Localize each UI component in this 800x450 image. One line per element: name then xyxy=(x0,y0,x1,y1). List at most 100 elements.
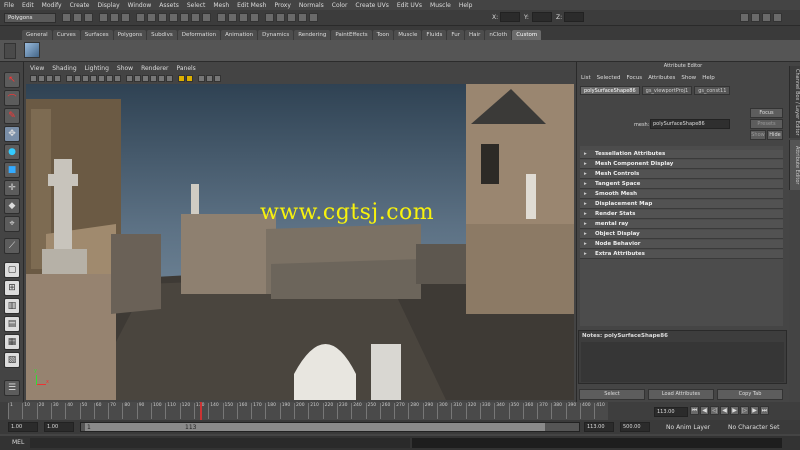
shelf-tab-painteffects[interactable]: PaintEffects xyxy=(331,30,372,40)
default-light-icon[interactable] xyxy=(186,74,193,82)
shelf-tab-muscle[interactable]: Muscle xyxy=(394,30,422,40)
last-tool-icon[interactable]: ⟋ xyxy=(4,238,20,254)
viewport-menu-panels[interactable]: Panels xyxy=(176,65,195,72)
menu-item-color[interactable]: Color xyxy=(332,2,348,9)
field-chart-icon[interactable] xyxy=(98,74,105,82)
notes-textarea[interactable] xyxy=(581,342,784,382)
wireframe-icon[interactable] xyxy=(126,74,133,82)
play-forwards-icon[interactable]: ▶ xyxy=(730,406,739,415)
anim-end-field[interactable]: 500.00 xyxy=(620,422,650,432)
snap-curve-icon[interactable] xyxy=(228,13,237,22)
image-plane-icon[interactable] xyxy=(54,74,61,82)
shadows-icon[interactable] xyxy=(166,74,173,82)
range-slider[interactable]: 1 113 xyxy=(80,422,580,432)
mask-icon[interactable] xyxy=(147,13,156,22)
menu-item-create[interactable]: Create xyxy=(70,2,90,9)
ae-section-render-stats[interactable]: Render Stats xyxy=(580,210,783,219)
mesh-name-field[interactable]: polySurfaceShape86 xyxy=(650,119,730,129)
go-to-end-icon[interactable]: ⏭ xyxy=(760,406,769,415)
ae-section-mesh-component-display[interactable]: Mesh Component Display xyxy=(580,160,783,169)
playback-end-field[interactable]: 113.00 xyxy=(584,422,614,432)
channel-box-icon[interactable] xyxy=(751,13,760,22)
mask-icon[interactable] xyxy=(202,13,211,22)
coord-x-field[interactable] xyxy=(500,12,520,22)
load-attributes-button[interactable]: Load Attributes xyxy=(648,389,714,400)
safe-title-icon[interactable] xyxy=(114,74,121,82)
gate-mask-icon[interactable] xyxy=(90,74,97,82)
rotate-tool-icon[interactable]: ● xyxy=(4,144,20,160)
mask-icon[interactable] xyxy=(136,13,145,22)
soft-mod-icon[interactable]: ◆ xyxy=(4,198,20,214)
shelf-tab-deformation[interactable]: Deformation xyxy=(177,30,221,40)
playback-start-field[interactable]: 1.00 xyxy=(44,422,74,432)
mel-label[interactable]: MEL xyxy=(12,439,24,446)
textured-icon[interactable] xyxy=(150,74,157,82)
select-hierarchy-icon[interactable] xyxy=(99,13,108,22)
ae-section-smooth-mesh[interactable]: Smooth Mesh xyxy=(580,190,783,199)
shelf-tab-dynamics[interactable]: Dynamics xyxy=(258,30,294,40)
menu-item-select[interactable]: Select xyxy=(187,2,206,9)
focus-button[interactable]: Focus xyxy=(750,108,783,118)
universal-manipulator-icon[interactable]: ✛ xyxy=(4,180,20,196)
ae-section-tangent-space[interactable]: Tangent Space xyxy=(580,180,783,189)
bookmark-icon[interactable] xyxy=(46,74,53,82)
layout-four-icon[interactable]: ⊞ xyxy=(4,280,20,296)
scale-tool-icon[interactable]: ■ xyxy=(4,162,20,178)
mask-icon[interactable] xyxy=(191,13,200,22)
shelf-tab-subdivs[interactable]: Subdivs xyxy=(147,30,177,40)
ae-tab-0[interactable]: polySurfaceShape86 xyxy=(580,86,640,95)
mel-input[interactable] xyxy=(30,438,410,448)
menu-item-assets[interactable]: Assets xyxy=(159,2,179,9)
select-camera-icon[interactable] xyxy=(30,74,37,82)
range-slider-handle[interactable]: 1 113 xyxy=(85,423,545,431)
select-component-icon[interactable] xyxy=(121,13,130,22)
menu-item-modify[interactable]: Modify xyxy=(42,2,62,9)
ae-tab-1[interactable]: gs_viewportProj1 xyxy=(641,86,693,95)
hypershade-icon[interactable] xyxy=(309,13,318,22)
wireframe-on-shaded-icon[interactable] xyxy=(142,74,149,82)
layout-side-icon[interactable]: ▥ xyxy=(4,298,20,314)
save-scene-icon[interactable] xyxy=(84,13,93,22)
mask-icon[interactable] xyxy=(158,13,167,22)
shelf-tab-rendering[interactable]: Rendering xyxy=(294,30,331,40)
modeling-toolkit-icon[interactable] xyxy=(740,13,749,22)
ae-menu-list[interactable]: List xyxy=(581,75,591,81)
ae-section-extra-attributes[interactable]: Extra Attributes xyxy=(580,250,783,259)
xray-icon[interactable] xyxy=(198,74,205,82)
select-tool-icon[interactable]: ↖ xyxy=(4,72,20,88)
history-icon[interactable] xyxy=(265,13,274,22)
layout-hypershade-icon[interactable]: ▧ xyxy=(4,352,20,368)
menu-item-window[interactable]: Window xyxy=(128,2,152,9)
ae-menu-selected[interactable]: Selected xyxy=(597,75,621,81)
ae-menu-show[interactable]: Show xyxy=(681,75,696,81)
move-tool-icon[interactable]: ✥ xyxy=(4,126,20,142)
go-to-start-icon[interactable]: ⏮ xyxy=(690,406,699,415)
menu-item-create-uvs[interactable]: Create UVs xyxy=(355,2,388,9)
tool-settings-icon[interactable] xyxy=(773,13,782,22)
ae-section-node-behavior[interactable]: Node Behavior xyxy=(580,240,783,249)
shelf-tab-general[interactable]: General xyxy=(22,30,52,40)
mask-icon[interactable] xyxy=(180,13,189,22)
isolate-select-icon[interactable] xyxy=(214,74,221,82)
open-scene-icon[interactable] xyxy=(73,13,82,22)
ae-section-object-display[interactable]: Object Display xyxy=(580,230,783,239)
menu-item-mesh[interactable]: Mesh xyxy=(213,2,229,9)
shelf-tab-animation[interactable]: Animation xyxy=(221,30,258,40)
menu-item-file[interactable]: File xyxy=(4,2,14,9)
menu-item-muscle[interactable]: Muscle xyxy=(430,2,451,9)
step-forward-key-icon[interactable]: ▶ xyxy=(750,406,759,415)
ipr-render-icon[interactable] xyxy=(287,13,296,22)
menu-item-edit-mesh[interactable]: Edit Mesh xyxy=(237,2,266,9)
ae-section-mesh-controls[interactable]: Mesh Controls xyxy=(580,170,783,179)
render-icon[interactable] xyxy=(276,13,285,22)
shelf-tab-surfaces[interactable]: Surfaces xyxy=(80,30,113,40)
render-settings-icon[interactable] xyxy=(298,13,307,22)
ae-tab-2[interactable]: gs_const11 xyxy=(694,86,731,95)
attribute-editor-side-tab[interactable]: Attribute Editor xyxy=(789,140,800,190)
attribute-editor-icon[interactable] xyxy=(762,13,771,22)
ae-section-displacement-map[interactable]: Displacement Map xyxy=(580,200,783,209)
shelf-tab-curves[interactable]: Curves xyxy=(52,30,80,40)
viewport-menu-lighting[interactable]: Lighting xyxy=(85,65,109,72)
viewport-menu-view[interactable]: View xyxy=(30,65,44,72)
menu-item-edit[interactable]: Edit xyxy=(22,2,34,9)
